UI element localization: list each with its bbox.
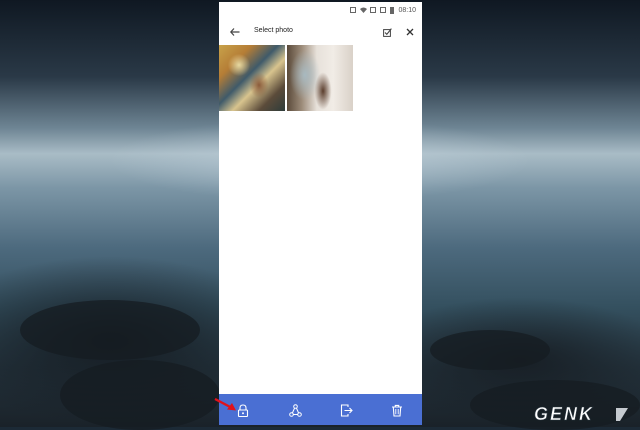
back-button[interactable] [225,22,245,42]
trash-icon [392,404,402,417]
checkbox-icon [382,27,392,37]
clock: 08:10 [398,6,416,14]
close-icon [406,28,414,36]
move-out-icon [340,403,353,417]
arrow-left-icon [230,28,240,36]
girl-peace-sign-photo[interactable] [287,45,353,111]
genk-watermark-logo: GENK [532,404,632,424]
share-button[interactable] [285,400,305,420]
phone-screen: 08:10 Select photo [219,2,422,425]
svg-text:GENK: GENK [534,404,594,424]
sim-icon [370,7,377,13]
action-bar [219,394,422,425]
battery-icon [390,6,395,14]
notification-icon [350,7,357,13]
status-bar: 08:10 [219,2,422,18]
page-title: Select photo [254,27,293,34]
photo-grid [219,45,353,111]
app-toolbar: Select photo [219,18,422,46]
signal-icon [380,7,387,13]
delete-button[interactable] [387,400,407,420]
share-icon [288,403,302,417]
painting-photo[interactable] [219,45,285,111]
close-button[interactable] [402,22,418,42]
annotation-arrow [214,398,236,411]
select-all-button[interactable] [379,22,395,42]
wifi-icon [360,7,368,13]
move-out-button[interactable] [336,400,356,420]
